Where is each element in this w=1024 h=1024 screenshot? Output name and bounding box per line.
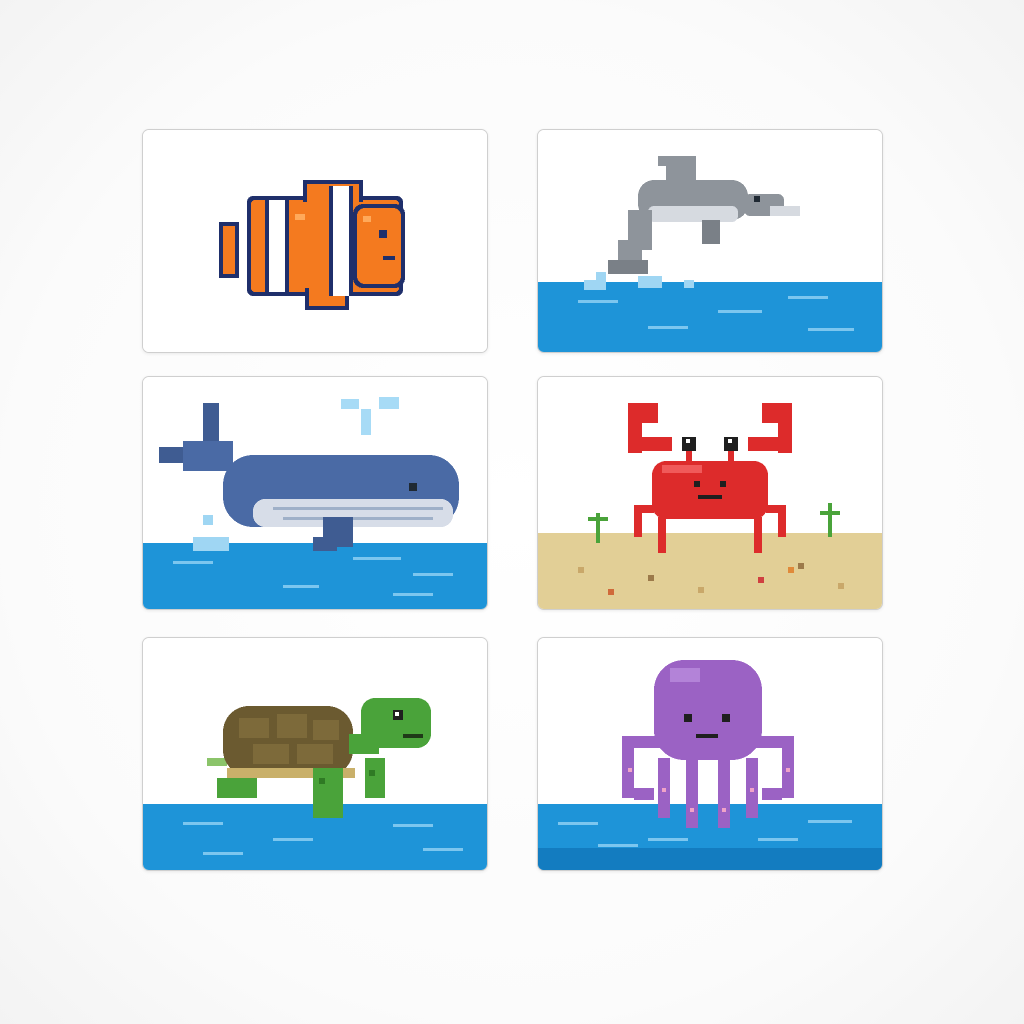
card-dolphin[interactable] (537, 129, 883, 353)
octopus-icon (538, 638, 882, 870)
turtle-icon (143, 638, 487, 870)
card-clownfish[interactable] (142, 129, 488, 353)
card-turtle[interactable] (142, 637, 488, 871)
clownfish-icon (143, 130, 487, 352)
card-crab[interactable] (537, 376, 883, 610)
card-octopus[interactable] (537, 637, 883, 871)
card-whale[interactable] (142, 376, 488, 610)
animal-card-grid (0, 0, 1024, 1024)
whale-icon (143, 377, 487, 609)
crab-icon (538, 377, 882, 609)
dolphin-icon (538, 130, 882, 352)
